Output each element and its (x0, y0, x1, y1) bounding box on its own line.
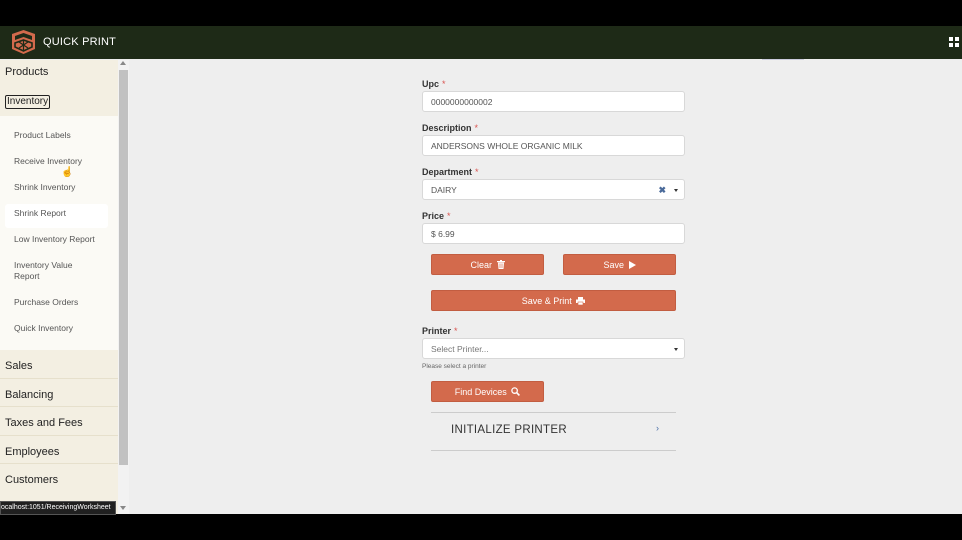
sidebar-lower-sections: Sales Balancing Taxes and Fees Employees… (0, 350, 118, 514)
apps-grid-icon[interactable] (949, 37, 959, 47)
sidebar-section-products[interactable]: Products (5, 66, 48, 78)
price-input[interactable]: $ 6.99 (422, 223, 685, 244)
find-devices-button[interactable]: Find Devices (431, 381, 544, 402)
chevron-down-icon[interactable] (674, 348, 678, 351)
submenu-item-shrink-report[interactable]: Shrink Report (14, 208, 104, 219)
price-label: Price * (422, 211, 451, 221)
sidebar: Products Inventory Product Labels Receiv… (0, 60, 118, 514)
app-title: QUICK PRINT (43, 36, 117, 48)
submenu-item-purchase-orders[interactable]: Purchase Orders (14, 297, 104, 308)
play-icon (628, 261, 636, 269)
tab-indicator (762, 59, 804, 60)
sidebar-section-balancing[interactable]: Balancing (5, 389, 53, 401)
sidebar-section-sales[interactable]: Sales (5, 360, 33, 372)
save-button[interactable]: Save (563, 254, 676, 275)
chevron-right-icon[interactable]: › (656, 423, 659, 433)
scroll-down-icon[interactable] (120, 506, 126, 510)
upc-label: Upc * (422, 79, 446, 89)
mouse-cursor-icon: ☝ (61, 167, 74, 178)
submenu-item-shrink-inventory[interactable]: Shrink Inventory (14, 182, 104, 193)
printer-icon (576, 297, 586, 306)
top-bar: QUICK PRINT (0, 26, 962, 59)
submenu-item-quick-inventory[interactable]: Quick Inventory (14, 323, 104, 334)
sidebar-section-inventory[interactable]: Inventory (5, 95, 51, 109)
status-bar-url: ocalhost:1051/ReceivingWorksheet (0, 501, 116, 515)
sidebar-scrollbar-thumb[interactable] (119, 70, 128, 465)
logo-icon (12, 30, 35, 54)
scroll-up-icon[interactable] (120, 61, 126, 65)
search-icon (511, 387, 521, 396)
description-input[interactable]: ANDERSONS WHOLE ORGANIC MILK (422, 135, 685, 156)
submenu-item-low-inventory-report[interactable]: Low Inventory Report (14, 234, 104, 245)
printer-select[interactable]: Select Printer... (422, 338, 685, 359)
upc-input[interactable]: 0000000000002 (422, 91, 685, 112)
printer-label: Printer * (422, 326, 458, 336)
department-select[interactable]: DAIRY ✖ (422, 179, 685, 200)
submenu-item-inventory-value-report[interactable]: Inventory Value Report (14, 260, 89, 282)
submenu-item-product-labels[interactable]: Product Labels (14, 130, 104, 141)
initialize-printer-panel[interactable]: INITIALIZE PRINTER › (431, 412, 676, 451)
initialize-printer-label: INITIALIZE PRINTER (451, 424, 567, 436)
sidebar-section-employees[interactable]: Employees (5, 446, 59, 458)
printer-help-text: Please select a printer (422, 363, 487, 370)
clear-button[interactable]: Clear (431, 254, 544, 275)
sidebar-section-customers[interactable]: Customers (5, 474, 58, 486)
department-label: Department * (422, 167, 479, 177)
sidebar-section-taxes-and-fees[interactable]: Taxes and Fees (5, 417, 83, 429)
chevron-down-icon[interactable] (674, 189, 678, 192)
submenu-item-receive-inventory[interactable]: Receive Inventory (14, 156, 104, 167)
save-and-print-button[interactable]: Save & Print (431, 290, 676, 311)
app-window: QUICK PRINT Products Inventory Product L… (0, 26, 962, 514)
trash-icon (496, 260, 505, 269)
inventory-submenu: Product Labels Receive Inventory Shrink … (0, 116, 118, 350)
description-label: Description * (422, 123, 479, 133)
close-icon[interactable]: ✖ (658, 185, 666, 196)
